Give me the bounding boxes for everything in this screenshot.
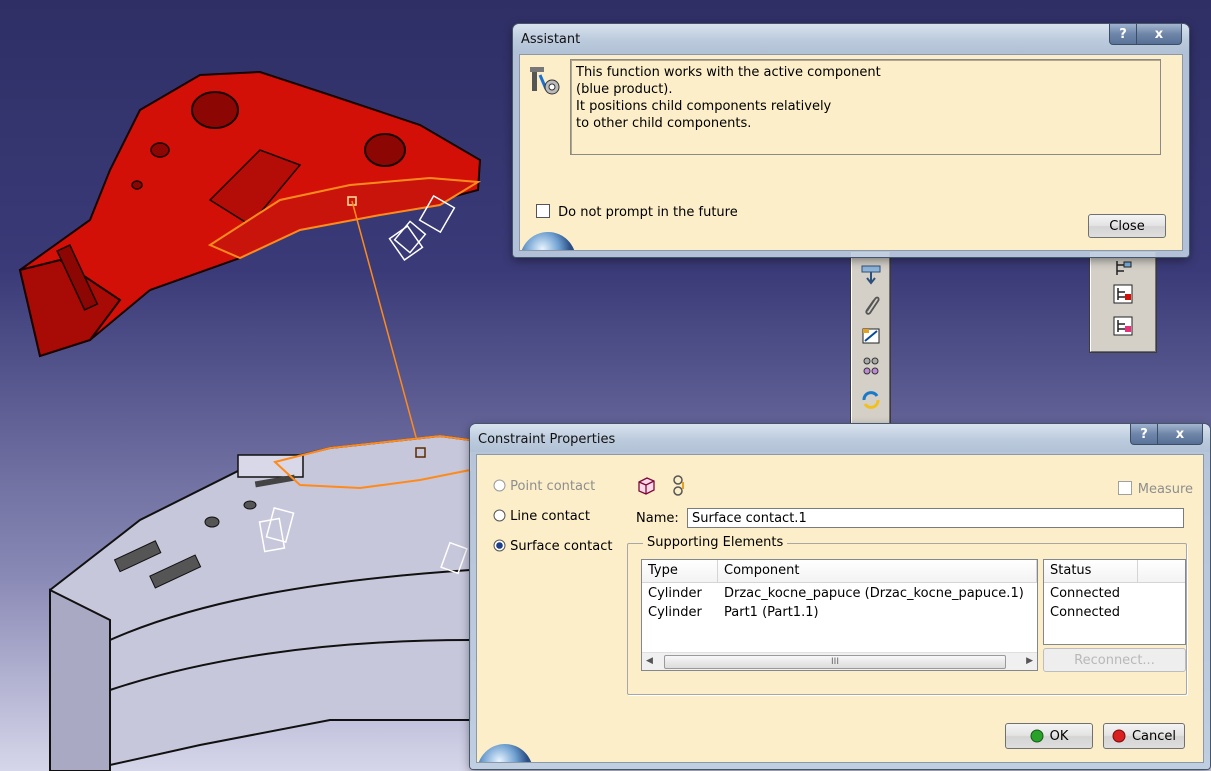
line-contact-option[interactable]: Line contact bbox=[493, 509, 590, 524]
globe-decoration bbox=[478, 744, 532, 762]
assistant-message-line: It positions child components relatively bbox=[576, 99, 832, 114]
measure-checkbox-row: Measure bbox=[1117, 481, 1193, 497]
row-status: Connected bbox=[1050, 605, 1121, 620]
assistant-close-x-button[interactable]: x bbox=[1136, 24, 1182, 45]
radio-icon bbox=[493, 479, 506, 492]
fix-together-icon[interactable] bbox=[858, 353, 884, 379]
assistant-help-button[interactable]: ? bbox=[1109, 24, 1137, 45]
product-structure-toolbar bbox=[1090, 252, 1156, 352]
reconnect-button: Reconnect... bbox=[1043, 648, 1186, 672]
red-part[interactable] bbox=[18, 70, 482, 358]
surface-contact-option[interactable]: Surface contact bbox=[493, 539, 612, 554]
assistant-dialog: Assistant ? x This function works with t… bbox=[513, 24, 1189, 257]
assistant-message-line: to other child components. bbox=[576, 116, 752, 131]
component-column-header[interactable]: Component bbox=[718, 560, 1037, 582]
surface-contact-label[interactable]: Surface contact bbox=[510, 539, 612, 554]
assistant-message-line: This function works with the active comp… bbox=[576, 65, 881, 80]
ok-button[interactable]: OK bbox=[1005, 723, 1093, 749]
row-type: Cylinder bbox=[648, 586, 702, 601]
assistant-tools-icon bbox=[530, 67, 560, 95]
snap-constraint-icon[interactable] bbox=[858, 323, 884, 349]
product-tree-icon[interactable] bbox=[1110, 255, 1136, 281]
radio-icon[interactable] bbox=[493, 509, 506, 522]
name-label: Name: bbox=[636, 511, 679, 526]
row-type: Cylinder bbox=[648, 605, 702, 620]
scroll-left-arrow[interactable]: ◀ bbox=[646, 656, 653, 666]
assembly-constraints-toolbar bbox=[851, 252, 890, 429]
cube-selection-icon[interactable] bbox=[635, 475, 657, 497]
status-column-header[interactable]: Status bbox=[1044, 560, 1138, 582]
radio-selected-icon[interactable] bbox=[493, 539, 506, 552]
assistant-message-line: (blue product). bbox=[576, 82, 673, 97]
list-header: Type Component bbox=[642, 560, 1037, 583]
constraint-link-line bbox=[351, 200, 421, 453]
ok-label: OK bbox=[1049, 728, 1069, 744]
status-list[interactable]: Status Connected Connected bbox=[1043, 559, 1186, 645]
supporting-elements-label: Supporting Elements bbox=[643, 535, 788, 550]
constraint-client: Point contact Line contact Surface conta… bbox=[476, 454, 1204, 763]
name-field[interactable]: Surface contact.1 bbox=[687, 508, 1184, 528]
paperclip-icon[interactable] bbox=[858, 291, 884, 317]
product-tree-red-icon[interactable] bbox=[1110, 281, 1136, 307]
scroll-right-arrow[interactable]: ▶ bbox=[1026, 656, 1033, 666]
constraint-close-x-button[interactable]: x bbox=[1157, 424, 1203, 445]
assistant-title: Assistant bbox=[521, 32, 581, 47]
row-status: Connected bbox=[1050, 586, 1121, 601]
assistant-client: This function works with the active comp… bbox=[519, 54, 1183, 251]
gray-part[interactable] bbox=[49, 434, 471, 771]
cancel-button[interactable]: Cancel bbox=[1103, 723, 1185, 749]
assistant-message-box: This function works with the active comp… bbox=[570, 59, 1161, 155]
link-reverse-icon[interactable] bbox=[669, 473, 687, 499]
measure-label: Measure bbox=[1137, 482, 1193, 497]
update-icon[interactable] bbox=[858, 387, 884, 413]
supporting-elements-list[interactable]: Type Component Cylinder Drzac_kocne_papu… bbox=[641, 559, 1038, 671]
row-component: Part1 (Part1.1) bbox=[724, 605, 819, 620]
horizontal-scrollbar[interactable]: ◀ III ▶ bbox=[642, 652, 1037, 670]
type-column-header[interactable]: Type bbox=[642, 560, 718, 582]
globe-decoration bbox=[521, 232, 575, 250]
constraint-help-button[interactable]: ? bbox=[1130, 424, 1158, 445]
status-column-extra bbox=[1138, 560, 1185, 582]
line-contact-label[interactable]: Line contact bbox=[510, 509, 590, 524]
constraint-title: Constraint Properties bbox=[478, 432, 616, 447]
measure-checkbox bbox=[1117, 481, 1132, 495]
ok-icon bbox=[1030, 729, 1044, 743]
cancel-label: Cancel bbox=[1131, 728, 1177, 744]
status-header: Status bbox=[1044, 560, 1185, 583]
scroll-thumb[interactable]: III bbox=[664, 655, 1006, 669]
constraint-properties-dialog: Constraint Properties ? x Point contact … bbox=[470, 424, 1210, 769]
assistant-title-bar[interactable]: Assistant bbox=[513, 24, 1189, 52]
product-tree-gray-icon[interactable] bbox=[1110, 313, 1136, 339]
assistant-close-button[interactable]: Close bbox=[1088, 214, 1166, 238]
reorder-down-icon[interactable] bbox=[858, 261, 884, 287]
point-contact-label: Point contact bbox=[510, 479, 596, 494]
constraint-title-bar[interactable]: Constraint Properties bbox=[470, 424, 1210, 452]
row-component: Drzac_kocne_papuce (Drzac_kocne_papuce.1… bbox=[724, 586, 1024, 601]
cancel-icon bbox=[1112, 729, 1126, 743]
point-contact-option: Point contact bbox=[493, 479, 595, 494]
